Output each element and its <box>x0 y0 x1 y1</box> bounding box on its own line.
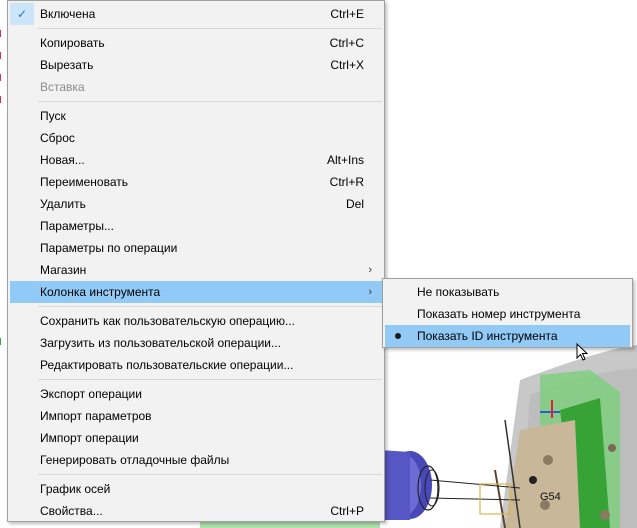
menu-item-parameters[interactable]: Параметры... <box>10 215 382 237</box>
menu-item-import-parameters[interactable]: Импорт параметров <box>10 405 382 427</box>
menu-item-label: График осей <box>40 482 111 496</box>
menu-item-edit-user-operations[interactable]: Редактировать пользовательские операции.… <box>10 354 382 376</box>
menu-item-import-operation[interactable]: Импорт операции <box>10 427 382 449</box>
menu-item-label: Пуск <box>40 109 66 123</box>
chevron-right-icon: › <box>368 286 372 298</box>
menu-item-label: Редактировать пользовательские операции.… <box>40 358 294 372</box>
menu-item-cut[interactable]: Вырезать Ctrl+X <box>10 54 382 76</box>
menu-item-label: Удалить <box>40 197 86 211</box>
menu-item-enabled[interactable]: ✓ Включена Ctrl+E <box>10 3 382 25</box>
radio-bullet-icon <box>395 333 401 339</box>
menu-item-label: Экспорт операции <box>40 387 142 401</box>
menu-item-shortcut: Ctrl+P <box>330 504 364 518</box>
menu-item-label: Загрузить из пользовательской операции..… <box>40 336 281 350</box>
menu-item-start[interactable]: Пуск <box>10 105 382 127</box>
menu-item-axes-graph[interactable]: График осей <box>10 478 382 500</box>
menu-item-shortcut: Alt+Ins <box>326 153 364 167</box>
menu-item-properties[interactable]: Свойства... Ctrl+P <box>10 500 382 522</box>
menu-item-label: Магазин <box>40 263 87 277</box>
menu-item-save-user-operation[interactable]: Сохранить как пользовательскую операцию.… <box>10 310 382 332</box>
tool-column-submenu: Не показывать Показать номер инструмента… <box>382 278 633 348</box>
menu-item-new[interactable]: Новая... Alt+Ins <box>10 149 382 171</box>
menu-item-label: Параметры... <box>40 219 114 233</box>
context-menu: ✓ Включена Ctrl+E Копировать Ctrl+C Выре… <box>7 0 385 522</box>
menu-separator <box>38 28 382 29</box>
menu-item-label: Сохранить как пользовательскую операцию.… <box>40 314 295 328</box>
machine-part <box>494 345 637 528</box>
menu-item-shortcut: Ctrl+X <box>330 58 364 72</box>
menu-item-label: Не показывать <box>417 285 500 299</box>
menu-item-label: Показать ID инструмента <box>417 329 558 343</box>
menu-item-operation-parameters[interactable]: Параметры по операции <box>10 237 382 259</box>
menu-item-label: Включена <box>40 7 96 21</box>
menu-item-shortcut: Ctrl+R <box>329 175 364 189</box>
menu-item-label: Импорт параметров <box>40 409 152 423</box>
menu-item-export-operation[interactable]: Экспорт операции <box>10 383 382 405</box>
menu-item-shortcut: Del <box>345 197 364 211</box>
menu-item-magazine[interactable]: Магазин › <box>10 259 382 281</box>
check-icon: ✓ <box>10 3 34 25</box>
menu-item-delete[interactable]: Удалить Del <box>10 193 382 215</box>
menu-item-label: Новая... <box>40 153 85 167</box>
menu-item-label: Вырезать <box>40 58 94 72</box>
menu-item-label: Сброс <box>40 131 75 145</box>
menu-item-shortcut: Ctrl+C <box>329 36 364 50</box>
chevron-right-icon: › <box>368 264 372 276</box>
menu-item-label: Копировать <box>40 36 105 50</box>
menu-item-rename[interactable]: Переименовать Ctrl+R <box>10 171 382 193</box>
submenu-item-show-tool-id[interactable]: Показать ID инструмента <box>385 325 630 347</box>
menu-item-paste[interactable]: Вставка <box>10 76 382 98</box>
menu-item-label: Свойства... <box>40 504 103 518</box>
menu-item-generate-debug-files[interactable]: Генерировать отладочные файлы <box>10 449 382 471</box>
menu-item-label: Импорт операции <box>40 431 139 445</box>
menu-item-label: Показать номер инструмента <box>417 307 581 321</box>
submenu-item-show-tool-number[interactable]: Показать номер инструмента <box>385 303 630 325</box>
menu-item-label: Переименовать <box>40 175 128 189</box>
menu-item-label: Параметры по операции <box>40 241 178 255</box>
menu-item-load-user-operation[interactable]: Загрузить из пользовательской операции..… <box>10 332 382 354</box>
submenu-item-do-not-show[interactable]: Не показывать <box>385 281 630 303</box>
mouse-cursor-icon <box>576 343 589 361</box>
menu-item-shortcut: Ctrl+E <box>330 7 364 21</box>
menu-item-label: Вставка <box>40 80 85 94</box>
menu-item-label: Колонка инструмента <box>40 285 161 299</box>
menu-item-label: Генерировать отладочные файлы <box>40 453 230 467</box>
menu-separator <box>38 101 382 102</box>
g54-label: G54 <box>540 491 561 503</box>
menu-separator <box>38 474 382 475</box>
menu-separator <box>38 306 382 307</box>
menu-separator <box>38 379 382 380</box>
menu-item-tool-column[interactable]: Колонка инструмента › <box>10 281 382 303</box>
viewport-strip <box>200 522 380 528</box>
menu-item-reset[interactable]: Сброс <box>10 127 382 149</box>
menu-item-copy[interactable]: Копировать Ctrl+C <box>10 32 382 54</box>
